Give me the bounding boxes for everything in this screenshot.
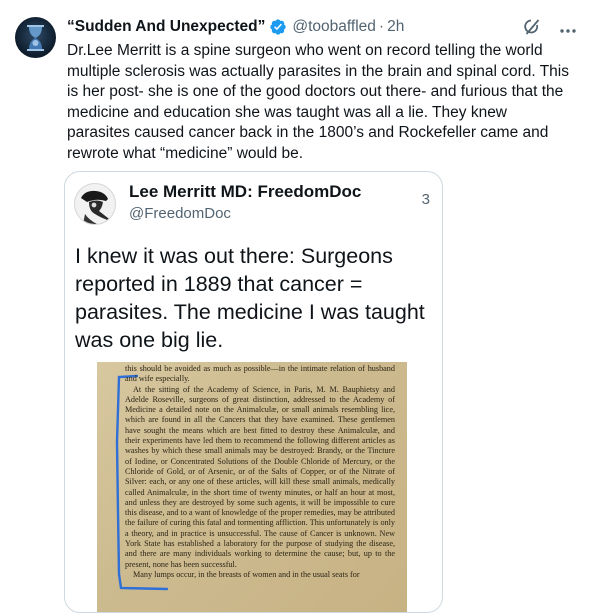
document-line: Many lumps occur, in the breasts of wome… [133, 569, 360, 579]
quoted-post[interactable]: Lee Merritt MD: FreedomDoc @FreedomDoc 3… [64, 171, 443, 613]
separator-dot: · [378, 18, 385, 35]
author-avatar[interactable] [15, 17, 56, 58]
quoted-author-handle[interactable]: @FreedomDoc [129, 205, 231, 222]
hourglass-icon [27, 25, 44, 51]
document-text: this should be avoided as much as possib… [125, 364, 395, 580]
quoted-author-avatar[interactable] [74, 183, 116, 225]
quoted-post-text: I knew it was out there: Surgeons report… [75, 244, 425, 352]
quoted-author-name[interactable]: Lee Merritt MD: FreedomDoc [129, 182, 361, 202]
document-image[interactable]: this should be avoided as much as possib… [97, 362, 407, 612]
document-line: this should be avoided as much as possib… [125, 364, 395, 384]
grok-icon[interactable] [523, 17, 543, 42]
post-text: Dr.Lee Merritt is a spine surgeon who we… [67, 42, 569, 162]
document-line: At the sitting of the Academy of Science… [125, 384, 395, 569]
author-name[interactable]: “Sudden And Unexpected” [67, 18, 265, 36]
quoted-number: 3 [421, 191, 430, 208]
post-time[interactable]: 2h [387, 18, 404, 36]
post-actions-top [523, 17, 577, 42]
post-header: “Sudden And Unexpected” @toobaffled · 2h [67, 16, 404, 38]
author-handle[interactable]: @toobaffled [292, 18, 376, 36]
more-icon[interactable] [559, 21, 577, 39]
verified-badge-icon [269, 18, 287, 36]
plague-doctor-icon [81, 190, 113, 224]
